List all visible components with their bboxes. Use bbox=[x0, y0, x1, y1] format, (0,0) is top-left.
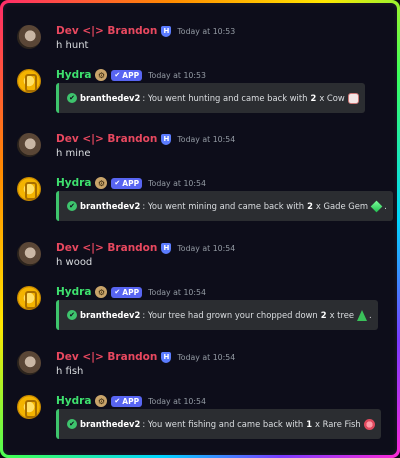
avatar[interactable] bbox=[17, 69, 41, 93]
embed-count: 2 bbox=[307, 201, 313, 211]
avatar[interactable] bbox=[17, 25, 41, 49]
message-text: h hunt bbox=[56, 40, 89, 51]
check-circle-icon: ✔ bbox=[67, 310, 77, 320]
gear-icon: ⚙ bbox=[95, 69, 108, 81]
shield-icon: H bbox=[161, 133, 172, 145]
embed-user: branthedev2 bbox=[80, 419, 141, 429]
author-name[interactable]: Hydra bbox=[56, 177, 91, 189]
avatar[interactable] bbox=[17, 242, 41, 266]
check-icon: ✔ bbox=[114, 71, 121, 79]
timestamp: Today at 10:54 bbox=[148, 178, 206, 188]
embed: ✔ branthedev2 : Your tree had grown your… bbox=[56, 300, 378, 330]
fish-icon bbox=[363, 418, 375, 430]
timestamp: Today at 10:54 bbox=[177, 134, 236, 144]
author-name[interactable]: Dev <|> Brandon bbox=[56, 351, 157, 363]
gem-icon bbox=[370, 200, 383, 212]
author-name[interactable]: Hydra bbox=[56, 395, 91, 407]
embed-text: : Your tree had grown your chopped down bbox=[142, 310, 318, 320]
timestamp: Today at 10:53 bbox=[148, 70, 206, 80]
app-badge: ✔ APP bbox=[111, 395, 143, 407]
message-text: h mine bbox=[56, 148, 91, 159]
rainbow-frame: Dev <|> Brandon H Today at 10:53 h hunt … bbox=[0, 0, 400, 458]
shield-icon: H bbox=[161, 25, 172, 37]
gear-icon: ⚙ bbox=[95, 286, 108, 298]
check-icon: ✔ bbox=[114, 179, 121, 187]
gear-icon: ⚙ bbox=[95, 177, 108, 189]
shield-icon: H bbox=[161, 351, 172, 363]
embed-text: : You went mining and came back with bbox=[142, 201, 305, 211]
tree-icon bbox=[357, 309, 368, 321]
check-circle-icon: ✔ bbox=[67, 201, 77, 211]
embed: ✔ branthedev2 : You went hunting and cam… bbox=[56, 83, 365, 113]
embed-tail: . bbox=[369, 310, 372, 320]
embed-user: branthedev2 bbox=[80, 93, 141, 103]
app-badge: ✔ APP bbox=[111, 286, 143, 298]
embed-count: 2 bbox=[320, 310, 327, 320]
embed-item: x tree bbox=[329, 310, 355, 320]
chat-panel: Dev <|> Brandon H Today at 10:53 h hunt … bbox=[3, 3, 397, 455]
author-name[interactable]: Dev <|> Brandon bbox=[56, 133, 157, 145]
check-icon: ✔ bbox=[114, 397, 121, 405]
app-badge: ✔ APP bbox=[111, 177, 143, 189]
embed-text: : You went fishing and came back with bbox=[142, 419, 304, 429]
check-circle-icon: ✔ bbox=[67, 419, 77, 429]
avatar[interactable] bbox=[17, 286, 41, 310]
embed-item: x Rare Fish bbox=[315, 419, 361, 429]
embed-user: branthedev2 bbox=[80, 310, 141, 320]
author-name[interactable]: Hydra bbox=[56, 69, 91, 81]
embed-count: 2 bbox=[310, 93, 317, 103]
embed-text: : You went hunting and came back with bbox=[142, 93, 308, 103]
cow-icon bbox=[347, 92, 359, 104]
embed-count: 1 bbox=[306, 419, 313, 429]
author-name[interactable]: Hydra bbox=[56, 286, 91, 298]
avatar[interactable] bbox=[17, 133, 41, 157]
timestamp: Today at 10:54 bbox=[177, 352, 236, 362]
embed: ✔ branthedev2 : You went fishing and cam… bbox=[56, 409, 381, 439]
timestamp: Today at 10:54 bbox=[177, 243, 236, 253]
embed-user: branthedev2 bbox=[80, 201, 141, 211]
embed-item: x Gade Gem bbox=[315, 201, 369, 211]
timestamp: Today at 10:53 bbox=[177, 26, 236, 36]
author-name[interactable]: Dev <|> Brandon bbox=[56, 242, 157, 254]
message-text: h fish bbox=[56, 366, 84, 377]
message-text: h wood bbox=[56, 257, 93, 268]
shield-icon: H bbox=[161, 242, 172, 254]
app-badge: ✔ APP bbox=[111, 69, 143, 81]
timestamp: Today at 10:54 bbox=[148, 396, 206, 406]
embed-tail: . bbox=[384, 201, 387, 211]
check-circle-icon: ✔ bbox=[67, 93, 77, 103]
avatar[interactable] bbox=[17, 395, 41, 419]
timestamp: Today at 10:54 bbox=[148, 287, 206, 297]
avatar[interactable] bbox=[17, 177, 41, 201]
check-icon: ✔ bbox=[114, 288, 121, 296]
gear-icon: ⚙ bbox=[95, 395, 108, 407]
avatar[interactable] bbox=[17, 351, 41, 375]
embed-item: x Cow bbox=[319, 93, 345, 103]
author-name[interactable]: Dev <|> Brandon bbox=[56, 25, 157, 37]
embed: ✔ branthedev2 : You went mining and came… bbox=[56, 191, 393, 221]
